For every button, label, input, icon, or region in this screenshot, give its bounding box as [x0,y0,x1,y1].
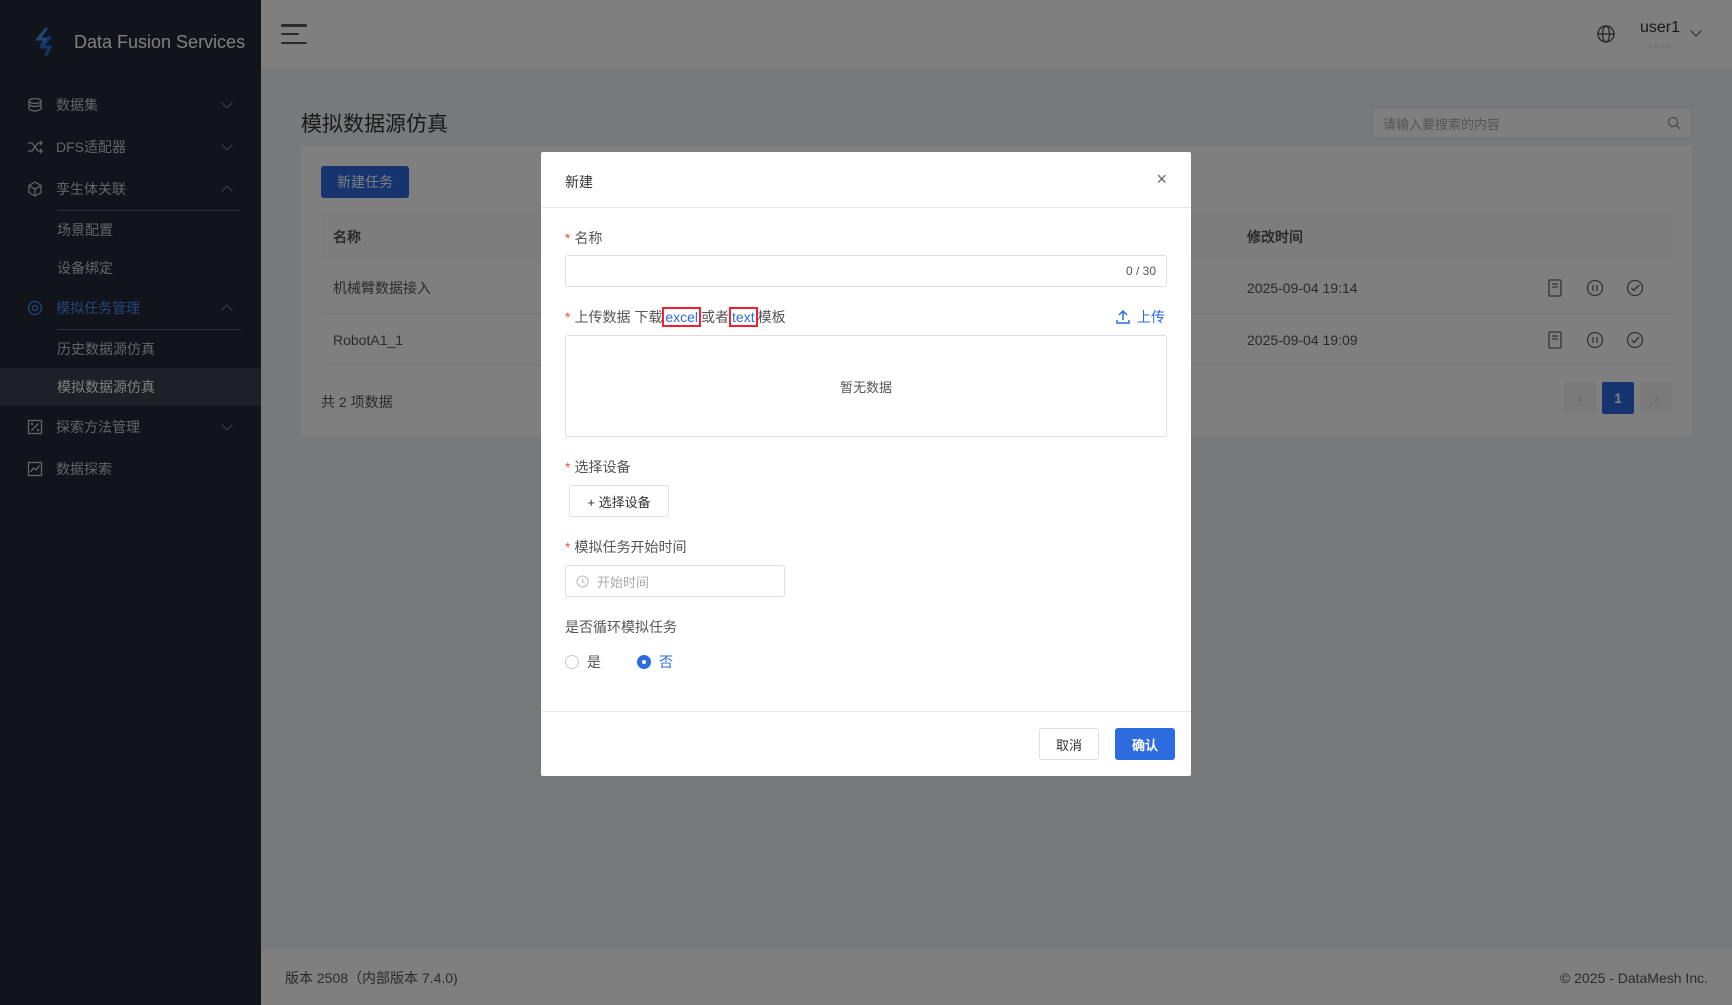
upload-data-area[interactable]: 暂无数据 [565,335,1167,437]
cancel-button[interactable]: 取消 [1039,728,1099,760]
dialog-footer: 取消 确认 [541,711,1191,776]
loop-no-radio[interactable]: 否 [637,652,673,672]
empty-text: 暂无数据 [839,379,892,395]
excel-template-link[interactable]: excel [662,307,702,327]
name-label: * 名称 [565,230,603,246]
name-char-count: 0 / 30 [1125,264,1156,278]
upload-label: * 上传数据 下载 excel 或者 text 模板 [565,307,786,327]
dialog-header: 新建 × [541,152,1191,208]
start-time-input[interactable]: 开始时间 [565,565,785,597]
text-template-link[interactable]: text [729,307,758,327]
name-input[interactable]: 0 / 30 [565,255,1167,287]
clock-icon [576,574,589,588]
device-label: * 选择设备 [565,459,631,475]
select-device-button[interactable]: + 选择设备 [569,485,669,517]
new-task-dialog: 新建 × * 名称 0 / 30 * 上传数据 下载 excel 或者 text 模板 上传… [541,152,1191,776]
loop-yes-radio[interactable]: 是 [565,652,601,672]
loop-label: 是否循环模拟任务 [565,619,677,635]
dialog-title: 新建 [565,174,593,190]
confirm-button[interactable]: 确认 [1115,728,1175,760]
upload-button[interactable]: 上传 [1115,307,1165,327]
upload-icon [1116,309,1130,324]
loop-radio-group: 是 否 [565,652,673,672]
start-time-label: * 模拟任务开始时间 [565,539,687,555]
close-icon[interactable]: × [1156,170,1167,188]
